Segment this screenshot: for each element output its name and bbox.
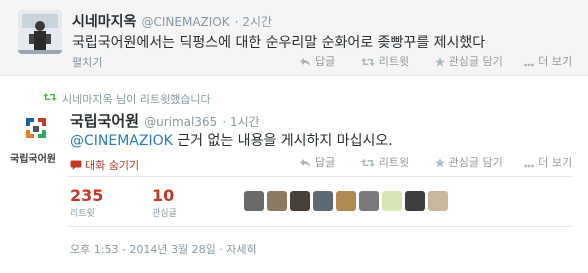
hide-conversation-link[interactable]: 대화 숨기기 xyxy=(70,157,139,173)
tweet-timestamp[interactable]: 오후 1:53 - 2014년 3월 28일 · 자세히 xyxy=(70,241,257,257)
avatar[interactable] xyxy=(382,191,402,211)
divider xyxy=(68,176,573,177)
more-icon xyxy=(524,164,535,168)
retweet-icon xyxy=(43,93,57,101)
tweet-time[interactable]: · 2시간 xyxy=(235,15,272,29)
avatar[interactable] xyxy=(290,191,310,211)
avatar[interactable] xyxy=(267,191,287,211)
avatar[interactable] xyxy=(313,191,333,211)
retweet-button[interactable]: 리트윗 xyxy=(360,154,409,170)
expand-link[interactable]: 펼치기 xyxy=(72,54,102,70)
avatar[interactable] xyxy=(359,191,379,211)
retweet-icon xyxy=(360,159,375,167)
tweet-1: 시네마지옥 @CINEMAZIOK · 2시간 국립국어원에서는 딕펑스에 대한… xyxy=(0,0,588,76)
tweet-time[interactable]: · 1시간 xyxy=(222,115,259,129)
more-icon xyxy=(524,63,535,67)
divider xyxy=(68,226,573,227)
tweet-body: 근거 없는 내용을 게시하지 마십시오. xyxy=(172,133,393,149)
author-handle[interactable]: @urimal365 xyxy=(144,115,217,129)
author-name[interactable]: 국립국어원 xyxy=(70,112,139,130)
author-handle[interactable]: @CINEMAZIOK xyxy=(142,15,230,29)
author-name[interactable]: 시네마지옥 xyxy=(72,14,136,30)
tweet-text: 국립국어원에서는 딕펑스에 대한 순우리말 순화어로 좆빵꾸를 제시했다 xyxy=(72,35,486,51)
avatar[interactable] xyxy=(244,191,264,211)
conversation-icon xyxy=(70,160,82,170)
tweet-actions: 답글 리트윗 관심글 담기 더 보기 xyxy=(300,154,572,170)
retweeted-by[interactable]: 시네마지옥 님이 리트윗했습니다 xyxy=(62,91,211,107)
avatar[interactable] xyxy=(336,191,356,211)
tweet-actions: 답글 리트윗 관심글 담기 더 보기 xyxy=(300,53,572,69)
reply-button[interactable]: 답글 xyxy=(300,154,335,170)
mention-link[interactable]: @CINEMAZIOK xyxy=(70,133,173,149)
favorite-button[interactable]: 관심글 담기 xyxy=(434,154,503,170)
favoriters-list xyxy=(244,191,448,213)
avatar[interactable] xyxy=(18,10,62,54)
reply-icon xyxy=(300,58,311,67)
retweet-icon xyxy=(360,58,375,66)
avatar[interactable] xyxy=(428,191,448,211)
reply-icon xyxy=(300,159,311,168)
more-button[interactable]: 더 보기 xyxy=(524,154,572,170)
star-icon xyxy=(434,158,445,168)
reply-button[interactable]: 답글 xyxy=(300,53,335,69)
avatar-caption: 국립국어원 xyxy=(10,154,56,165)
favorite-count[interactable]: 10 관심글 xyxy=(152,186,177,219)
star-icon xyxy=(434,57,445,67)
retweet-button[interactable]: 리트윗 xyxy=(360,53,409,69)
retweet-count[interactable]: 235 리트윗 xyxy=(70,186,103,219)
tweet-header: 시네마지옥 @CINEMAZIOK · 2시간 xyxy=(72,11,272,31)
avatar[interactable] xyxy=(405,191,425,211)
favorite-button[interactable]: 관심글 담기 xyxy=(434,53,503,69)
logo-icon xyxy=(24,116,48,142)
tweet-text: @CINEMAZIOK 근거 없는 내용을 게시하지 마십시오. xyxy=(70,130,393,150)
tweet-header: 국립국어원 @urimal365 · 1시간 xyxy=(70,110,260,131)
more-button[interactable]: 더 보기 xyxy=(524,53,572,69)
